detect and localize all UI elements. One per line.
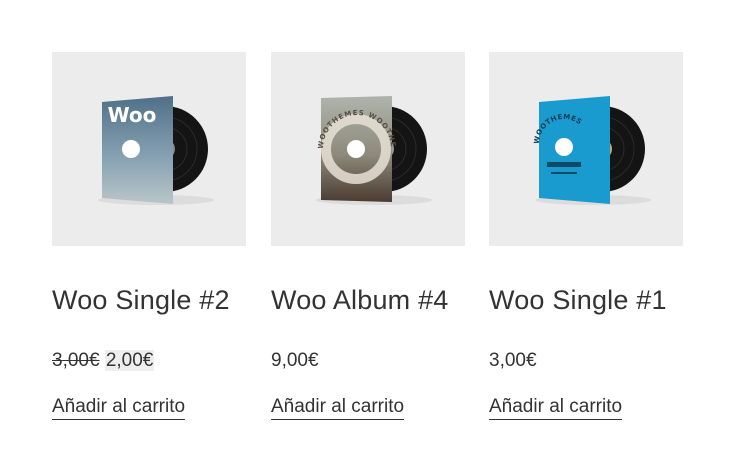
product-price: 3,00€ 2,00€ [52,350,155,372]
add-to-cart-button[interactable]: Añadir al carrito [52,396,186,420]
add-to-cart-button[interactable]: Añadir al carrito [271,396,405,420]
vinyl-record-image: WOOTHEMES WOOTHEMES [271,52,432,205]
product-title[interactable]: Woo Single #2 [52,285,230,316]
product-price: 9,00€ [271,350,319,371]
product-title[interactable]: Woo Single #1 [489,285,667,316]
product-card-woo-album-4: WOOTHEMES WOOTHEMES Woo Album #4 9,00€ A… [271,52,465,420]
product-image-link[interactable]: Woo [52,52,246,246]
product-image-link[interactable]: WOOTHEMES WOOTHEMES [271,52,465,246]
product-price: 3,00€ [489,350,537,371]
product-title[interactable]: Woo Album #4 [271,285,449,316]
vinyl-record-image: WOOTHEMES [533,96,651,205]
product-card-woo-single-2: Woo Woo Single #2 3,00€ 2,00€ Añadir al … [52,52,246,420]
vinyl-record-image: Woo [98,96,214,205]
regular-price: 3,00€ [52,350,100,371]
sale-price: 2,00€ [104,350,155,371]
product-image-link[interactable]: WOOTHEMES [489,52,683,246]
add-to-cart-button[interactable]: Añadir al carrito [489,396,623,420]
cover-text: Woo [108,103,157,127]
product-card-woo-single-1: WOOTHEMES Woo Single #1 3,00€ Añadir al … [489,52,683,420]
